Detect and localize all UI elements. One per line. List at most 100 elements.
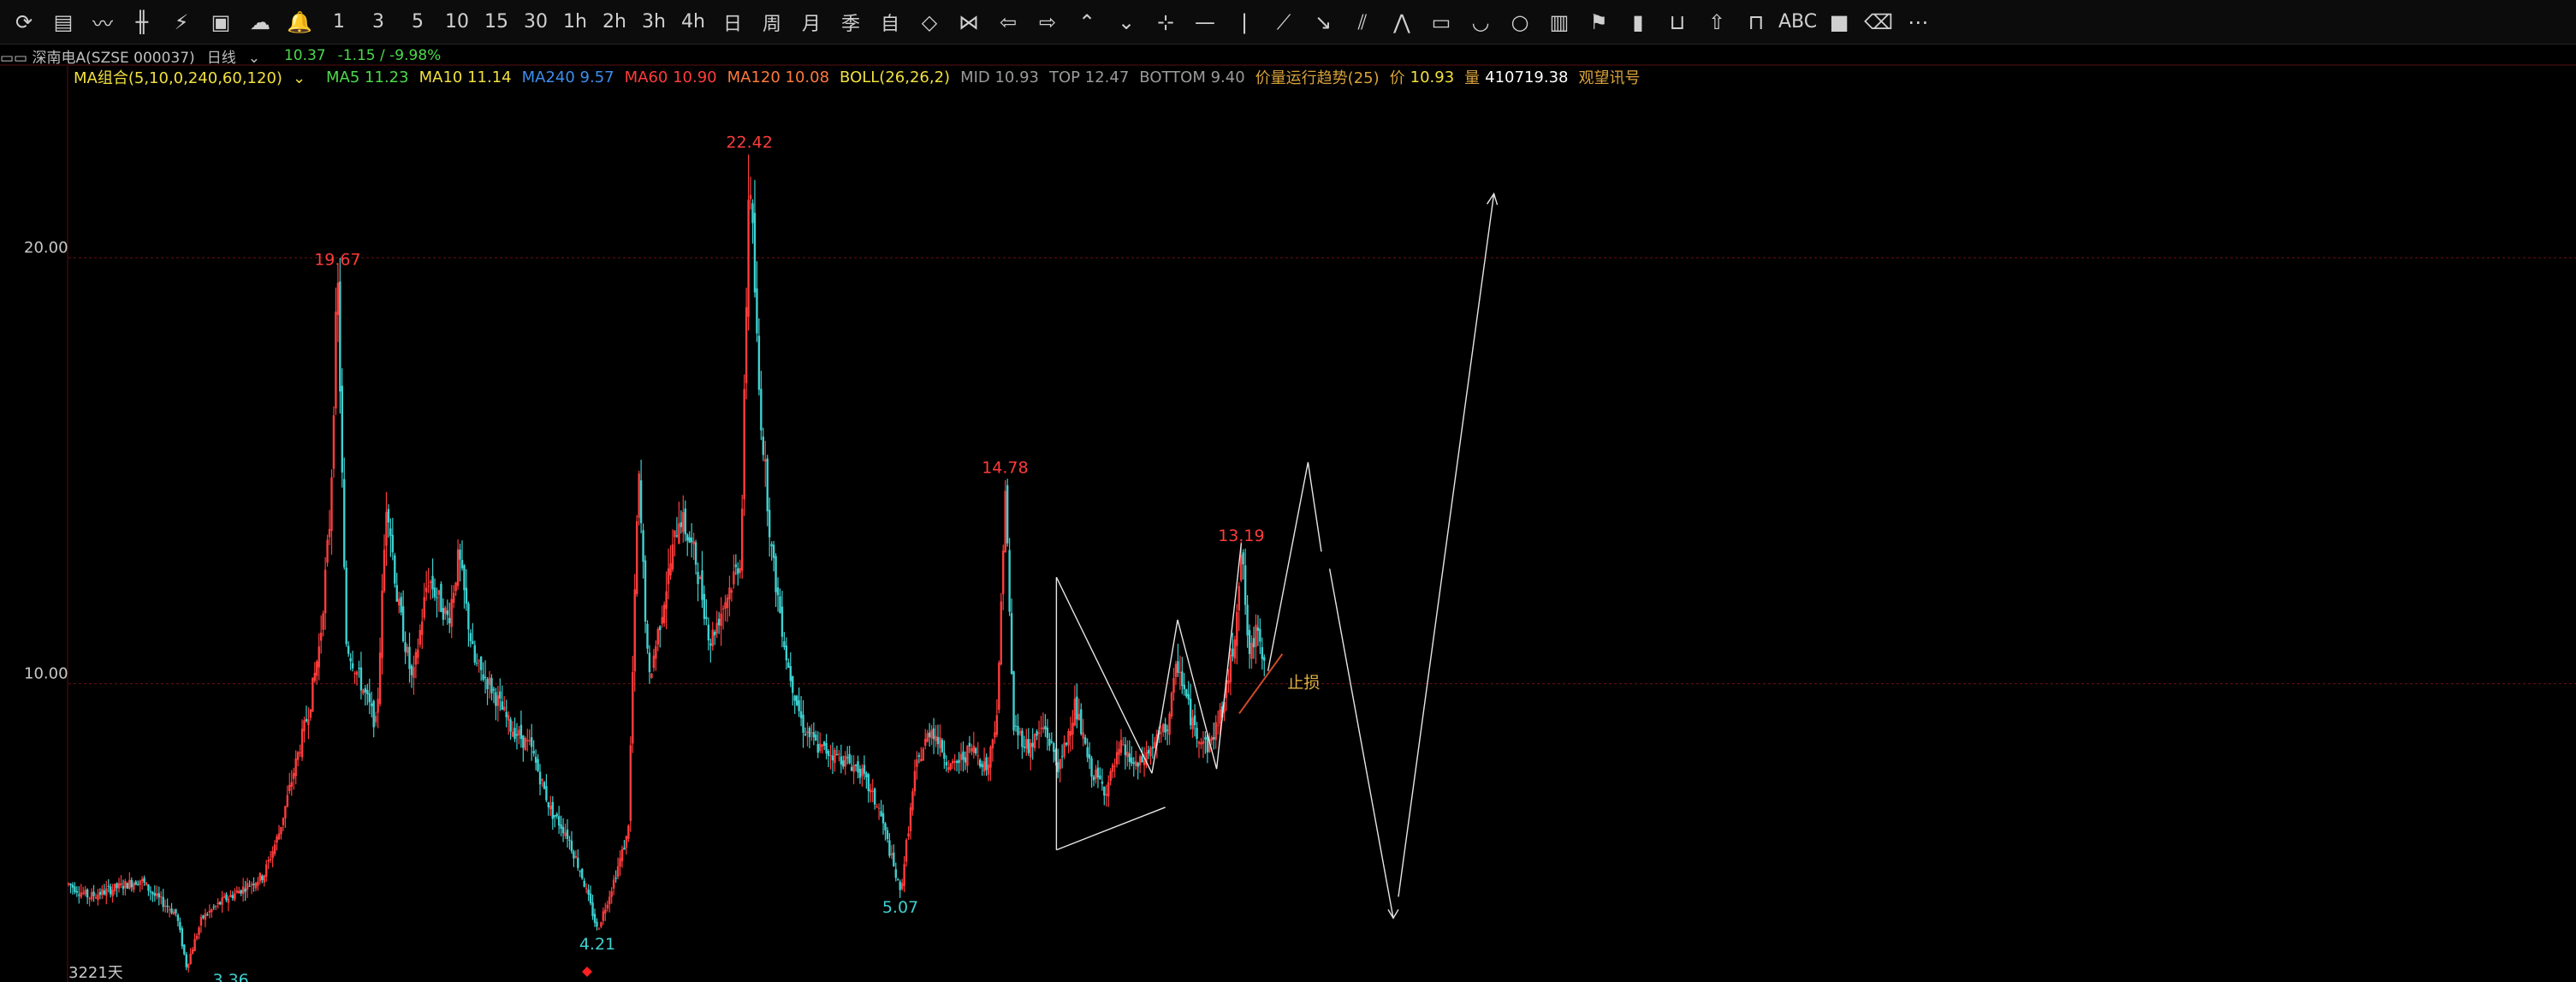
zoom-center-icon[interactable]: ⋈ (952, 5, 986, 39)
vline-icon[interactable]: | (1227, 5, 1261, 39)
zoom-out-icon[interactable]: ⌄ (1109, 5, 1143, 39)
refresh-icon[interactable]: ⟳ (7, 5, 41, 39)
toolbar-period-15[interactable]: 15 (479, 5, 513, 39)
candle-down (116, 883, 118, 889)
ray-icon[interactable]: ↘ (1306, 5, 1340, 39)
candle-down (136, 884, 139, 885)
toolbar-period-1h[interactable]: 1h (558, 5, 592, 39)
candle-down (842, 760, 845, 767)
hline-icon[interactable]: — (1188, 5, 1222, 39)
projection-target[interactable] (1398, 193, 1495, 897)
candle-down (717, 618, 721, 626)
candle-down (888, 840, 891, 856)
candle-down (1036, 731, 1038, 736)
candle-up (970, 747, 973, 752)
candle-down (343, 479, 346, 568)
move-right-icon[interactable]: ⇨ (1030, 5, 1065, 39)
crosshair-icon[interactable]: ⊹ (1149, 5, 1183, 39)
arrow-up-icon[interactable]: ⇧ (1700, 5, 1734, 39)
indicator-icon[interactable]: ⚡ (164, 5, 199, 39)
candle-up (208, 910, 211, 913)
candle-down (366, 689, 369, 694)
candle-up (1025, 739, 1028, 749)
candle-down (848, 753, 851, 764)
candle-down (680, 522, 683, 527)
zoom-in-icon[interactable]: ⌃ (1070, 5, 1104, 39)
toolbar-period-custom[interactable]: 自 (873, 5, 907, 39)
candle-down (368, 693, 371, 703)
toolbar-period-4h[interactable]: 4h (676, 5, 710, 39)
circle-icon[interactable]: ○ (1503, 5, 1537, 39)
triangle-lower-line[interactable] (1056, 806, 1166, 851)
toolbar-period-week[interactable]: 周 (755, 5, 789, 39)
candle-down (881, 812, 885, 824)
line-chart-icon[interactable]: 〰 (86, 5, 120, 39)
candle-up (286, 795, 289, 807)
parallel-icon[interactable]: ⫽ (1345, 5, 1380, 39)
toolbar-period-3[interactable]: 3 (361, 5, 395, 39)
toolbar-period-5[interactable]: 5 (401, 5, 435, 39)
toolbar-period-day[interactable]: 日 (715, 5, 750, 39)
candle-down (149, 890, 152, 893)
text-icon[interactable]: ABC (1778, 5, 1817, 39)
candle-up (610, 891, 613, 897)
candle-up (273, 844, 276, 854)
eraser-icon[interactable]: ⌫ (1861, 5, 1896, 39)
move-left-icon[interactable]: ⇦ (991, 5, 1025, 39)
candle-down (1204, 737, 1207, 740)
color-swatch-icon[interactable]: ■ (1822, 5, 1856, 39)
candle-down (410, 665, 413, 675)
toolbar-period-1[interactable]: 1 (322, 5, 356, 39)
fib-icon[interactable]: ▥ (1542, 5, 1576, 39)
segment-icon[interactable]: ⟋ (1267, 5, 1301, 39)
polyline-icon[interactable]: ⋀ (1385, 5, 1419, 39)
candle-up (1118, 748, 1120, 755)
sync-icon[interactable]: ☁ (243, 5, 277, 39)
candle-down (1023, 747, 1026, 748)
candle-down (75, 890, 79, 893)
more-icon[interactable]: ⋯ (1901, 5, 1935, 39)
toolbar-period-10[interactable]: 10 (440, 5, 474, 39)
candle-up (852, 765, 855, 772)
candle-up (421, 621, 424, 635)
toolbar-period-month[interactable]: 月 (794, 5, 828, 39)
candle-down (1243, 565, 1247, 605)
bars-icon[interactable]: ▮ (1621, 5, 1655, 39)
candle-up (88, 897, 91, 899)
candle-up (764, 459, 767, 461)
candle-up (844, 755, 846, 767)
toolbar-period-30[interactable]: 30 (519, 5, 553, 39)
rectangle-icon[interactable]: ▭ (1424, 5, 1458, 39)
projection-path[interactable] (1267, 461, 1322, 671)
candle-down (642, 530, 644, 562)
channel-icon[interactable]: ⊔ (1660, 5, 1695, 39)
candlestick-icon[interactable]: ╫ (125, 5, 159, 39)
candle-down (240, 890, 242, 894)
candle-up (168, 909, 171, 911)
candle-up (335, 311, 337, 409)
toolbar-period-2h[interactable]: 2h (597, 5, 632, 39)
candle-down (897, 879, 899, 881)
projection-path-2[interactable] (1328, 568, 1394, 919)
candle-down (831, 755, 834, 761)
toolbar-period-3h[interactable]: 3h (637, 5, 671, 39)
candle-down (1137, 762, 1139, 767)
bell-icon[interactable]: 🔔 (282, 5, 317, 39)
price-chart[interactable]: 10.00 20.00 19.67 22.42 14.78 13.19 3.36 4.21 5.… (0, 45, 2576, 982)
flag-icon[interactable]: ⚑ (1582, 5, 1616, 39)
arc-icon[interactable]: ◡ (1463, 5, 1498, 39)
candle-up (604, 909, 607, 914)
candle-up (900, 883, 904, 890)
candle-down (1166, 729, 1169, 731)
list-icon[interactable]: ▤ (46, 5, 80, 39)
candle-up (1042, 727, 1045, 729)
candle-down (812, 732, 816, 738)
layout-icon[interactable]: ▣ (204, 5, 238, 39)
measure-icon[interactable]: ⊓ (1739, 5, 1773, 39)
toolbar-period-quarter[interactable]: 季 (834, 5, 868, 39)
candle-up (97, 894, 99, 901)
event-marker[interactable] (582, 967, 592, 977)
candle-up (1126, 752, 1129, 757)
candle-down (1189, 699, 1192, 725)
zoom-fit-icon[interactable]: ◇ (912, 5, 947, 39)
